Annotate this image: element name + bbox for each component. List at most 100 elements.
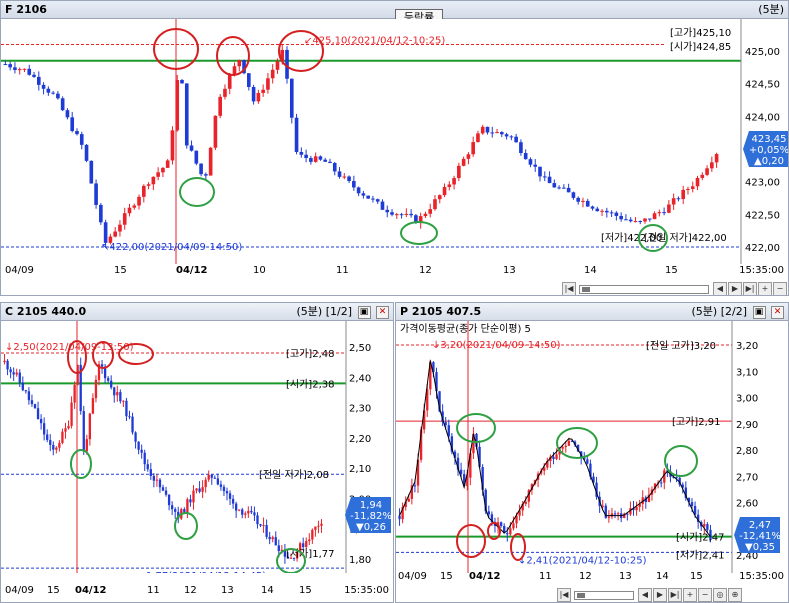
scroll-start-icon[interactable]: |◀ [557, 588, 571, 602]
candle-body [581, 200, 585, 202]
chart-scrollbar[interactable]: |◀ ◀ ▶ ▶| + − ◎ ⊕ [561, 281, 788, 295]
play-icon[interactable]: ▶ [728, 282, 742, 295]
current-price-text: ▼0,26 [356, 522, 386, 533]
zoom-out-icon[interactable]: − [773, 282, 787, 295]
candle-body [476, 133, 480, 143]
candle-body [356, 187, 361, 194]
candle-body [466, 154, 471, 159]
prev-high-label: [전일 고가]3,20 [646, 340, 716, 352]
candle-body [170, 130, 175, 161]
maximize-icon[interactable]: ▣ [357, 305, 371, 319]
candle-body [84, 144, 89, 161]
candle-body [337, 171, 342, 177]
candle-body [67, 425, 70, 429]
candle-body [210, 474, 213, 478]
candle-body [352, 181, 356, 188]
candle-body [216, 478, 220, 485]
candle-body [253, 512, 256, 516]
step-forward-icon[interactable]: ▶| [668, 588, 682, 602]
maximize-icon[interactable]: ▣ [752, 305, 766, 319]
candle-body [89, 160, 94, 184]
zoom-full-icon[interactable]: ⊕ [728, 588, 742, 602]
candle-body [195, 488, 198, 491]
price-tick-label: 2,10 [349, 464, 371, 475]
candlestick-chart[interactable]: 가격이동평균(종가 단순이평) 5 3,20 3,10 3,00 2,90 2,80 2,7… [396, 321, 789, 573]
zoom-in-icon[interactable]: + [758, 282, 772, 295]
candle-body [512, 523, 515, 529]
price-tick-label: 423,00 [745, 178, 780, 189]
price-tick-label: 422,00 [745, 243, 780, 254]
scroll-start-icon[interactable]: |◀ [562, 282, 576, 295]
zoom-out-icon[interactable]: − [698, 588, 712, 602]
candle-body [116, 392, 119, 396]
high-annotation: ↓3,20(2021/04/09-14:50) [432, 340, 561, 351]
price-tick-label: 422,50 [745, 210, 780, 221]
candle-body [428, 209, 433, 214]
candle-body [614, 212, 619, 216]
candle-body [270, 69, 275, 79]
candlestick-chart[interactable]: 425,00424,50424,00423,50423,00422,50422,… [1, 19, 789, 264]
x-tick-label: 13 [221, 585, 234, 596]
step-back-icon[interactable]: ◀ [638, 588, 652, 602]
chart-scrollbar[interactable]: |◀ ◀ ▶ ▶| + − ◎ ⊕ [556, 587, 742, 602]
candle-body [423, 213, 428, 217]
candle-body [18, 372, 21, 383]
candle-body [404, 213, 409, 215]
candle-body [88, 413, 92, 440]
candle-body [85, 439, 88, 452]
candle-body [390, 212, 394, 215]
play-icon[interactable]: ▶ [653, 588, 667, 602]
candle-body [690, 186, 695, 189]
candle-body [686, 188, 690, 190]
candle-body [442, 187, 447, 196]
price-tick-label: 2,20 [349, 434, 371, 445]
time-label: 15:35:00 [739, 265, 784, 276]
scroll-thumb[interactable] [577, 592, 585, 598]
candlestick-chart[interactable]: 2,502,402,302,202,102,001,901,80↓2,50(20… [1, 321, 394, 573]
scroll-track[interactable] [579, 284, 709, 294]
candle-body [375, 199, 380, 202]
candle-body [174, 509, 177, 512]
candle-body [75, 131, 79, 135]
plot-area [1, 19, 741, 264]
current-price-text: ▼0,35 [745, 542, 775, 553]
time-label: 15:35:00 [344, 585, 389, 596]
candle-body [170, 505, 174, 510]
scroll-thumb[interactable] [582, 286, 590, 292]
price-tick-label: 2,80 [736, 446, 758, 457]
x-tick-label: 15 [47, 585, 60, 596]
step-back-icon[interactable]: ◀ [713, 282, 727, 295]
candle-body [140, 449, 143, 453]
zoom-reset-icon[interactable]: ◎ [713, 588, 727, 602]
chart-panel-put: P 2105 407.5 (5분) [2/2] ▣ ✕ 가격이동평균(종가 단순… [395, 302, 789, 603]
candle-body [413, 485, 417, 487]
candle-body [566, 187, 571, 193]
candle-body [681, 189, 686, 200]
low-annotation: ↖422,00(2021/04/09-14:50) [101, 242, 242, 253]
candle-body [186, 499, 189, 513]
candle-body [91, 398, 95, 414]
candle-body [251, 87, 256, 102]
scroll-track[interactable] [574, 590, 634, 600]
candle-body [231, 498, 235, 504]
price-tick-label: 1,80 [349, 555, 371, 566]
step-forward-icon[interactable]: ▶| [743, 282, 757, 295]
x-axis: 04/09 15 04/12 10 11 12 13 14 15 [1, 265, 788, 279]
x-tick-label: 04/09 [5, 265, 34, 276]
candle-body [198, 488, 201, 492]
candle-body [533, 164, 538, 167]
candle-body [244, 513, 247, 515]
candle-body [259, 524, 262, 526]
candle-body [262, 525, 265, 527]
close-icon[interactable]: ✕ [376, 305, 389, 319]
candle-body [302, 543, 305, 547]
zoom-in-icon[interactable]: + [683, 588, 697, 602]
panel-title: C 2105 440.0 [5, 305, 87, 318]
interval-label: (5분) [296, 305, 323, 318]
candle-body [695, 177, 700, 187]
candle-body [564, 445, 567, 448]
candle-body [433, 199, 437, 210]
candle-body [219, 484, 223, 487]
close-icon[interactable]: ✕ [771, 305, 784, 319]
candle-body [499, 132, 504, 135]
